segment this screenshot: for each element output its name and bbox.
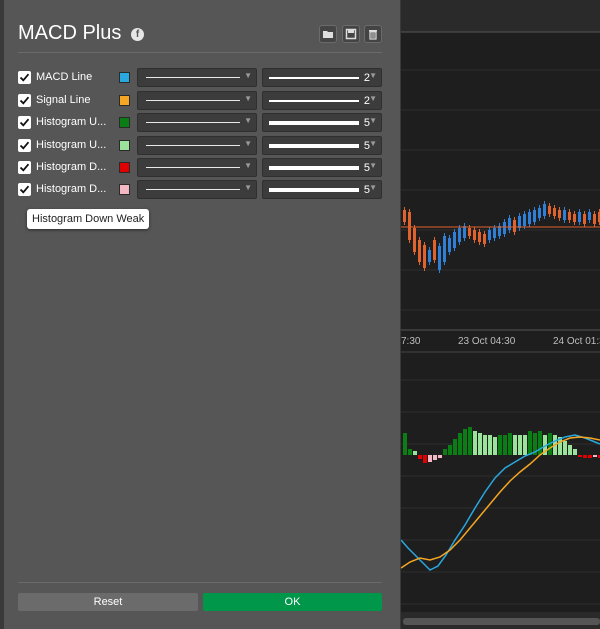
time-label: 7:30 bbox=[401, 336, 421, 347]
chevron-down-icon: ▼ bbox=[369, 183, 377, 192]
chevron-down-icon: ▼ bbox=[244, 183, 252, 192]
plot-row: MACD Line ▼ 2 ▼ bbox=[18, 68, 384, 88]
line-style-dropdown[interactable]: ▼ bbox=[137, 136, 257, 155]
header-divider bbox=[18, 52, 382, 53]
line-style-dropdown[interactable]: ▼ bbox=[137, 68, 257, 87]
chevron-down-icon: ▼ bbox=[369, 94, 377, 103]
line-style-dropdown[interactable]: ▼ bbox=[137, 180, 257, 199]
chevron-down-icon: ▼ bbox=[244, 116, 252, 125]
chevron-down-icon: ▼ bbox=[369, 116, 377, 125]
plot-row: Histogram U... ▼ 5 ▼ bbox=[18, 136, 384, 156]
visible-checkbox[interactable] bbox=[18, 183, 31, 196]
tooltip: Histogram Down Weak bbox=[27, 209, 150, 229]
panel-edge bbox=[0, 0, 4, 629]
line-style-dropdown[interactable]: ▼ bbox=[137, 113, 257, 132]
plot-row: Histogram D... ▼ 5 ▼ bbox=[18, 158, 384, 178]
plot-label: Histogram U... bbox=[36, 139, 107, 151]
trash-icon[interactable] bbox=[364, 25, 382, 43]
time-label: 24 Oct 01:3 bbox=[553, 336, 600, 347]
ok-button[interactable]: OK bbox=[203, 593, 382, 611]
color-swatch[interactable] bbox=[119, 72, 130, 83]
dialog-title: MACD Plus bbox=[18, 22, 122, 44]
line-width-dropdown[interactable]: 5 ▼ bbox=[262, 136, 382, 155]
line-width-dropdown[interactable]: 5 ▼ bbox=[262, 113, 382, 132]
visible-checkbox[interactable] bbox=[18, 94, 31, 107]
chevron-down-icon: ▼ bbox=[244, 139, 252, 148]
chevron-down-icon: ▼ bbox=[369, 161, 377, 170]
footer-divider bbox=[18, 582, 382, 583]
plot-row: Histogram U... ▼ 5 ▼ bbox=[18, 113, 384, 133]
color-swatch[interactable] bbox=[119, 184, 130, 195]
save-icon[interactable] bbox=[342, 25, 360, 43]
facebook-icon[interactable]: f bbox=[131, 28, 144, 41]
plot-label: Histogram U... bbox=[36, 116, 107, 128]
plot-label: Histogram D... bbox=[36, 183, 107, 195]
chevron-down-icon: ▼ bbox=[244, 161, 252, 170]
visible-checkbox[interactable] bbox=[18, 71, 31, 84]
visible-checkbox[interactable] bbox=[18, 116, 31, 129]
plot-row: Signal Line ▼ 2 ▼ bbox=[18, 91, 384, 111]
plot-label: MACD Line bbox=[36, 71, 93, 83]
reset-button[interactable]: Reset bbox=[18, 593, 198, 611]
chevron-down-icon: ▼ bbox=[369, 139, 377, 148]
folder-open-icon[interactable] bbox=[319, 25, 337, 43]
color-swatch[interactable] bbox=[119, 162, 130, 173]
color-swatch[interactable] bbox=[119, 95, 130, 106]
line-width-dropdown[interactable]: 2 ▼ bbox=[262, 91, 382, 110]
visible-checkbox[interactable] bbox=[18, 139, 31, 152]
color-swatch[interactable] bbox=[119, 140, 130, 151]
line-width-dropdown[interactable]: 2 ▼ bbox=[262, 68, 382, 87]
chevron-down-icon: ▼ bbox=[244, 71, 252, 80]
visible-checkbox[interactable] bbox=[18, 161, 31, 174]
line-style-dropdown[interactable]: ▼ bbox=[137, 91, 257, 110]
line-width-dropdown[interactable]: 5 ▼ bbox=[262, 158, 382, 177]
chevron-down-icon: ▼ bbox=[369, 71, 377, 80]
macd-plus-settings-dialog: MACD Plus f MACD Line ▼ 2 ▼ Signal Line ▼ 2 ▼ Hi… bbox=[0, 0, 401, 629]
line-width-dropdown[interactable]: 5 ▼ bbox=[262, 180, 382, 199]
color-swatch[interactable] bbox=[119, 117, 130, 128]
time-label: 23 Oct 04:30 bbox=[458, 336, 516, 347]
plot-label: Histogram D... bbox=[36, 161, 107, 173]
line-style-dropdown[interactable]: ▼ bbox=[137, 158, 257, 177]
chevron-down-icon: ▼ bbox=[244, 94, 252, 103]
plot-label: Signal Line bbox=[36, 94, 91, 106]
plot-row: Histogram D... ▼ 5 ▼ bbox=[18, 180, 384, 200]
